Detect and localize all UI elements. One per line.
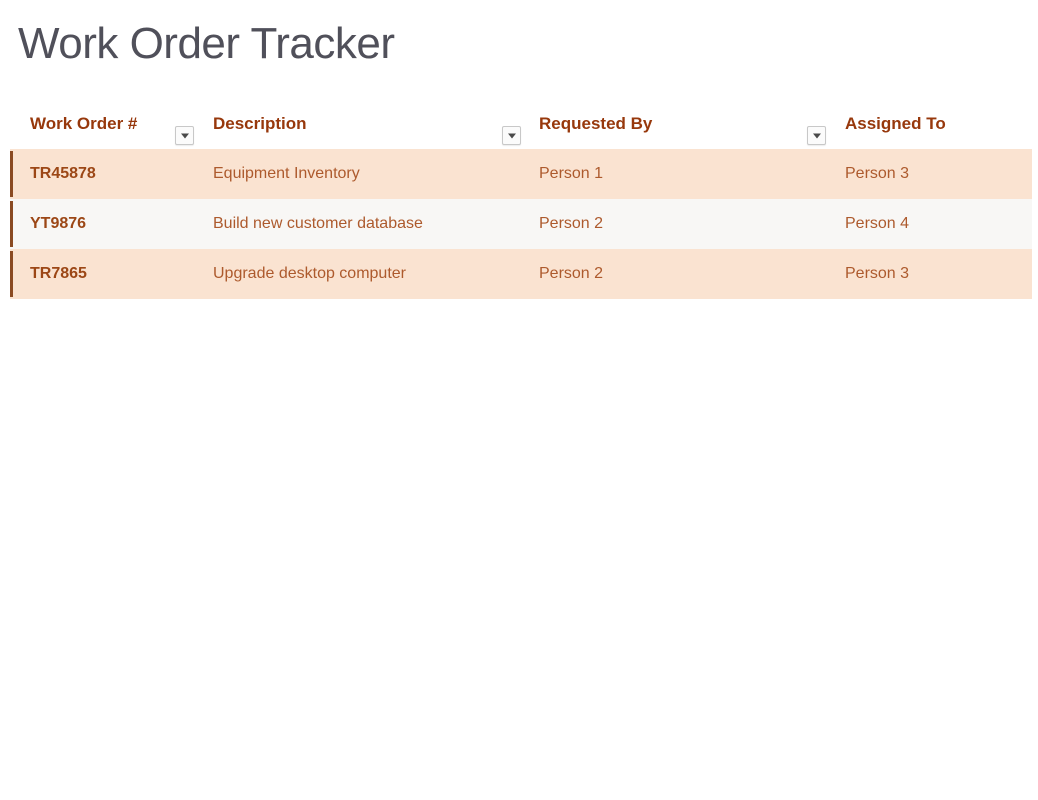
column-header-description: Description [213, 114, 307, 133]
table-row[interactable]: YT9876 Build new customer database Perso… [10, 199, 1032, 249]
cell-description: Upgrade desktop computer [213, 265, 406, 282]
cell-requested-by: Person 2 [539, 215, 604, 232]
cell-work-order: TR7865 [30, 265, 87, 282]
cell-requested-by: Person 2 [539, 265, 604, 282]
cell-description: Build new customer database [213, 215, 423, 232]
table-row[interactable]: TR45878 Equipment Inventory Person 1 Per… [10, 149, 1032, 199]
document-page: Work Order Tracker Work Order # Descript… [0, 0, 1038, 800]
cell-requested-by: Person 1 [539, 165, 604, 182]
table-row[interactable]: TR7865 Upgrade desktop computer Person 2… [10, 249, 1032, 299]
column-header-work-order: Work Order # [30, 114, 138, 133]
filter-button-description[interactable] [502, 126, 521, 145]
chevron-down-icon [180, 133, 189, 138]
row-accent-bar [10, 201, 13, 247]
cell-work-order: YT9876 [30, 215, 87, 232]
filter-button-work-order[interactable] [175, 126, 194, 145]
row-accent-bar [10, 151, 13, 197]
table-header-row: Work Order # Description Requested By As… [10, 108, 1032, 149]
cell-work-order: TR45878 [30, 165, 96, 182]
chevron-down-icon [812, 133, 821, 138]
cell-assigned-to: Person 4 [845, 215, 910, 232]
filter-button-requested-by[interactable] [807, 126, 826, 145]
cell-assigned-to: Person 3 [845, 265, 910, 282]
chevron-down-icon [507, 133, 516, 138]
work-order-table: Work Order # Description Requested By As… [10, 108, 1032, 299]
row-accent-bar [10, 251, 13, 297]
column-header-requested-by: Requested By [539, 114, 653, 133]
page-title: Work Order Tracker [18, 19, 395, 68]
cell-description: Equipment Inventory [213, 165, 360, 182]
cell-assigned-to: Person 3 [845, 165, 910, 182]
column-header-assigned-to: Assigned To [845, 114, 946, 133]
